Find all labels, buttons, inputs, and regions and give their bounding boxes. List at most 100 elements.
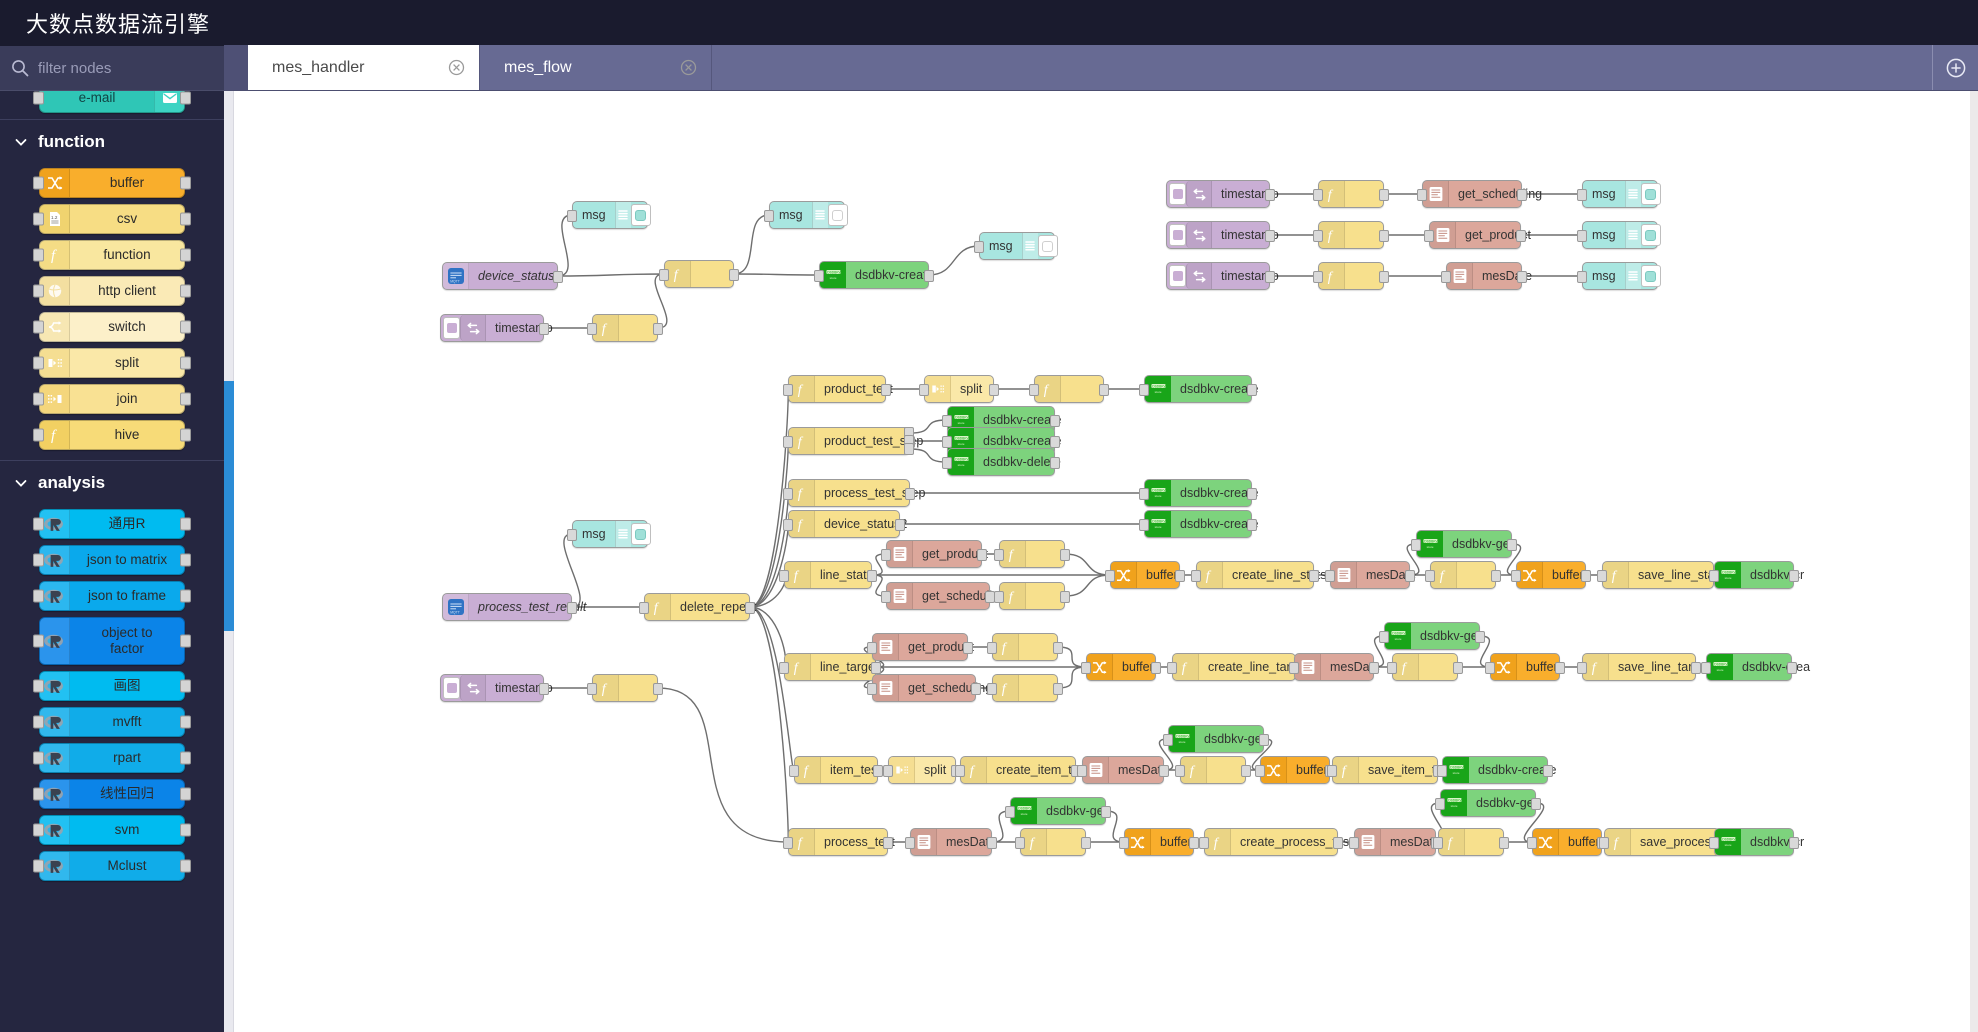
node-buffer-71[interactable]: buffer [1119, 828, 1199, 856]
palette-node-画图[interactable]: 画图 [33, 671, 191, 701]
palette-node-通用r[interactable]: 通用R [33, 509, 191, 539]
add-flow-button[interactable] [1932, 45, 1978, 90]
flow-canvas[interactable]: msg msg msg MQTT device_status f DSDBKV … [224, 91, 1978, 1032]
node-msg-0[interactable]: msg [567, 201, 651, 229]
node-line_target-45[interactable]: f line_target [779, 653, 881, 681]
node-save_line_stats-43[interactable]: f save_line_stats [1597, 561, 1724, 589]
node-timestamp-8[interactable]: timestamp [1166, 180, 1279, 208]
node-dsdbkv-create-5[interactable]: DSDBKV store dsdbkv-create [814, 261, 934, 289]
node-get_scheduling-35[interactable]: get_scheduling [881, 582, 1006, 610]
node-save_line_target-56[interactable]: f save_line_target [1577, 653, 1710, 681]
node-get_product-14[interactable]: get_product [1424, 221, 1531, 249]
palette-node-json-to-frame[interactable]: json to frame [33, 581, 191, 611]
node-dsdbkv-create-66[interactable]: DSDBKV store dsdbkv-create [1437, 756, 1557, 784]
palette-node-http-client[interactable]: http client [33, 276, 191, 306]
node-dsdbkv-get-40[interactable]: DSDBKV store dsdbkv-get [1411, 530, 1517, 558]
tab-mes_flow[interactable]: mes_flow [480, 45, 712, 90]
node-unnamed-83[interactable]: f [587, 674, 663, 702]
node-unnamed-22[interactable]: f [1029, 375, 1109, 403]
node-buffer-55[interactable]: buffer [1485, 653, 1565, 681]
node-timestamp-6[interactable]: timestamp [440, 314, 553, 342]
node-buffer-50[interactable]: buffer [1081, 653, 1161, 681]
palette-scroll-area[interactable]: e-mail function buffer 1.2 csv f functio… [0, 91, 224, 1032]
close-icon[interactable] [448, 59, 465, 76]
node-save_item_test-65[interactable]: f save_item_test [1327, 756, 1452, 784]
node-dsdbkv-cr-44[interactable]: DSDBKV store dsdbkv-cr [1709, 561, 1804, 589]
node-dsdbkv-get-69[interactable]: DSDBKV store dsdbkv-get [1005, 797, 1111, 825]
node-msg-79[interactable]: msg [567, 520, 651, 548]
canvas-right-scrollbar[interactable] [1970, 91, 1978, 1032]
node-timestamp-16[interactable]: timestamp [1166, 262, 1279, 290]
node-unnamed-41[interactable]: f [1425, 561, 1501, 589]
node-delete_repeat-81[interactable]: f delete_repeat [639, 593, 756, 621]
node-get_product-46[interactable]: get_product [867, 633, 974, 661]
node-dsdbkv-cr-78[interactable]: DSDBKV store dsdbkv-cr [1709, 828, 1804, 856]
palette-node-object-to-factor[interactable]: object to factor [33, 617, 191, 665]
node-dsdbkv-get-74[interactable]: DSDBKV store dsdbkv-get [1435, 789, 1541, 817]
node-create_line_stats-38[interactable]: f create_line_stats [1191, 561, 1327, 589]
node-product_test-20[interactable]: f product_test [783, 375, 893, 403]
node-process_test-67[interactable]: f process_test [783, 828, 895, 856]
node-create_item_test-60[interactable]: f create_item_test [955, 756, 1088, 784]
palette-node-线性回归[interactable]: 线性回归 [33, 779, 191, 809]
node-unnamed-17[interactable]: f [1313, 262, 1389, 290]
palette-node-split[interactable]: split [33, 348, 191, 378]
node-msg-11[interactable]: msg [1577, 180, 1661, 208]
canvas-scrollbar-thumb[interactable] [224, 381, 234, 631]
canvas-scrollbar-track[interactable] [224, 91, 234, 1032]
node-buffer-64[interactable]: buffer [1255, 756, 1335, 784]
node-dsdbkv-delete-27[interactable]: DSDBKV store dsdbkv-delete [942, 448, 1061, 476]
debug-toggle-button[interactable] [1640, 183, 1661, 205]
node-buffer-37[interactable]: buffer [1105, 561, 1185, 589]
debug-toggle-button[interactable] [630, 523, 651, 545]
node-split-21[interactable]: split [919, 375, 999, 403]
node-msg-15[interactable]: msg [1577, 221, 1661, 249]
debug-toggle-button[interactable] [827, 204, 848, 226]
node-unnamed-54[interactable]: f [1387, 653, 1463, 681]
tab-mes_handler[interactable]: mes_handler [248, 45, 480, 90]
palette-node-buffer[interactable]: buffer [33, 168, 191, 198]
node-unnamed-49[interactable]: f [987, 674, 1063, 702]
node-mesdate-39[interactable]: mesDate [1325, 561, 1416, 589]
palette-node-mvfft[interactable]: mvfft [33, 707, 191, 737]
node-mesdate-73[interactable]: mesDate [1349, 828, 1441, 856]
palette-node-csv[interactable]: 1.2 csv [33, 204, 191, 234]
node-mesdate-52[interactable]: mesDate [1289, 653, 1380, 681]
palette-node-hive[interactable]: f hive [33, 420, 191, 450]
palette-node-function[interactable]: f function [33, 240, 191, 270]
node-unnamed-47[interactable]: f [987, 633, 1063, 661]
node-process_test_step-28[interactable]: f process_test_step [783, 479, 925, 507]
palette-node-email[interactable]: e-mail [33, 91, 191, 113]
node-unnamed-13[interactable]: f [1313, 221, 1389, 249]
node-unnamed-34[interactable]: f [994, 540, 1070, 568]
node-device_status2-30[interactable]: f device_status2 [783, 510, 907, 538]
debug-toggle-button[interactable] [1640, 265, 1661, 287]
node-split-59[interactable]: split [883, 756, 961, 784]
node-dsdbkv-crea-57[interactable]: DSDBKV store dsdbkv-crea [1701, 653, 1810, 681]
node-dsdbkv-create-29[interactable]: DSDBKV store dsdbkv-create [1139, 479, 1259, 507]
node-mesdate-18[interactable]: mesDate [1441, 262, 1532, 290]
node-create_process_test-72[interactable]: f create_process_test [1199, 828, 1353, 856]
inject-trigger-button[interactable] [443, 317, 460, 339]
node-unnamed-63[interactable]: f [1175, 756, 1251, 784]
node-product_test_step-24[interactable]: f product_test_step [783, 427, 923, 455]
node-dsdbkv-create-31[interactable]: DSDBKV store dsdbkv-create [1139, 510, 1259, 538]
node-mesdate-61[interactable]: mesDate [1077, 756, 1169, 784]
palette-node-switch[interactable]: switch [33, 312, 191, 342]
close-icon[interactable] [680, 59, 697, 76]
node-get_scheduling-48[interactable]: get_scheduling [867, 674, 992, 702]
inject-trigger-button[interactable] [443, 677, 460, 699]
node-process_test_result-80[interactable]: MQTT process_test_result [442, 593, 586, 621]
node-buffer-42[interactable]: buffer [1511, 561, 1591, 589]
node-line_stats-32[interactable]: f line_stats [779, 561, 877, 589]
node-item_test-58[interactable]: f item_test [789, 756, 883, 784]
inject-trigger-button[interactable] [1169, 265, 1186, 287]
node-get_scheduling-10[interactable]: get_scheduling [1417, 180, 1542, 208]
palette-node-join[interactable]: join [33, 384, 191, 414]
search-input[interactable] [38, 59, 208, 77]
debug-toggle-button[interactable] [1037, 235, 1058, 257]
node-dsdbkv-get-53[interactable]: DSDBKV store dsdbkv-get [1379, 622, 1485, 650]
node-unnamed-7[interactable]: f [587, 314, 663, 342]
node-unnamed-75[interactable]: f [1433, 828, 1509, 856]
inject-trigger-button[interactable] [1169, 183, 1186, 205]
